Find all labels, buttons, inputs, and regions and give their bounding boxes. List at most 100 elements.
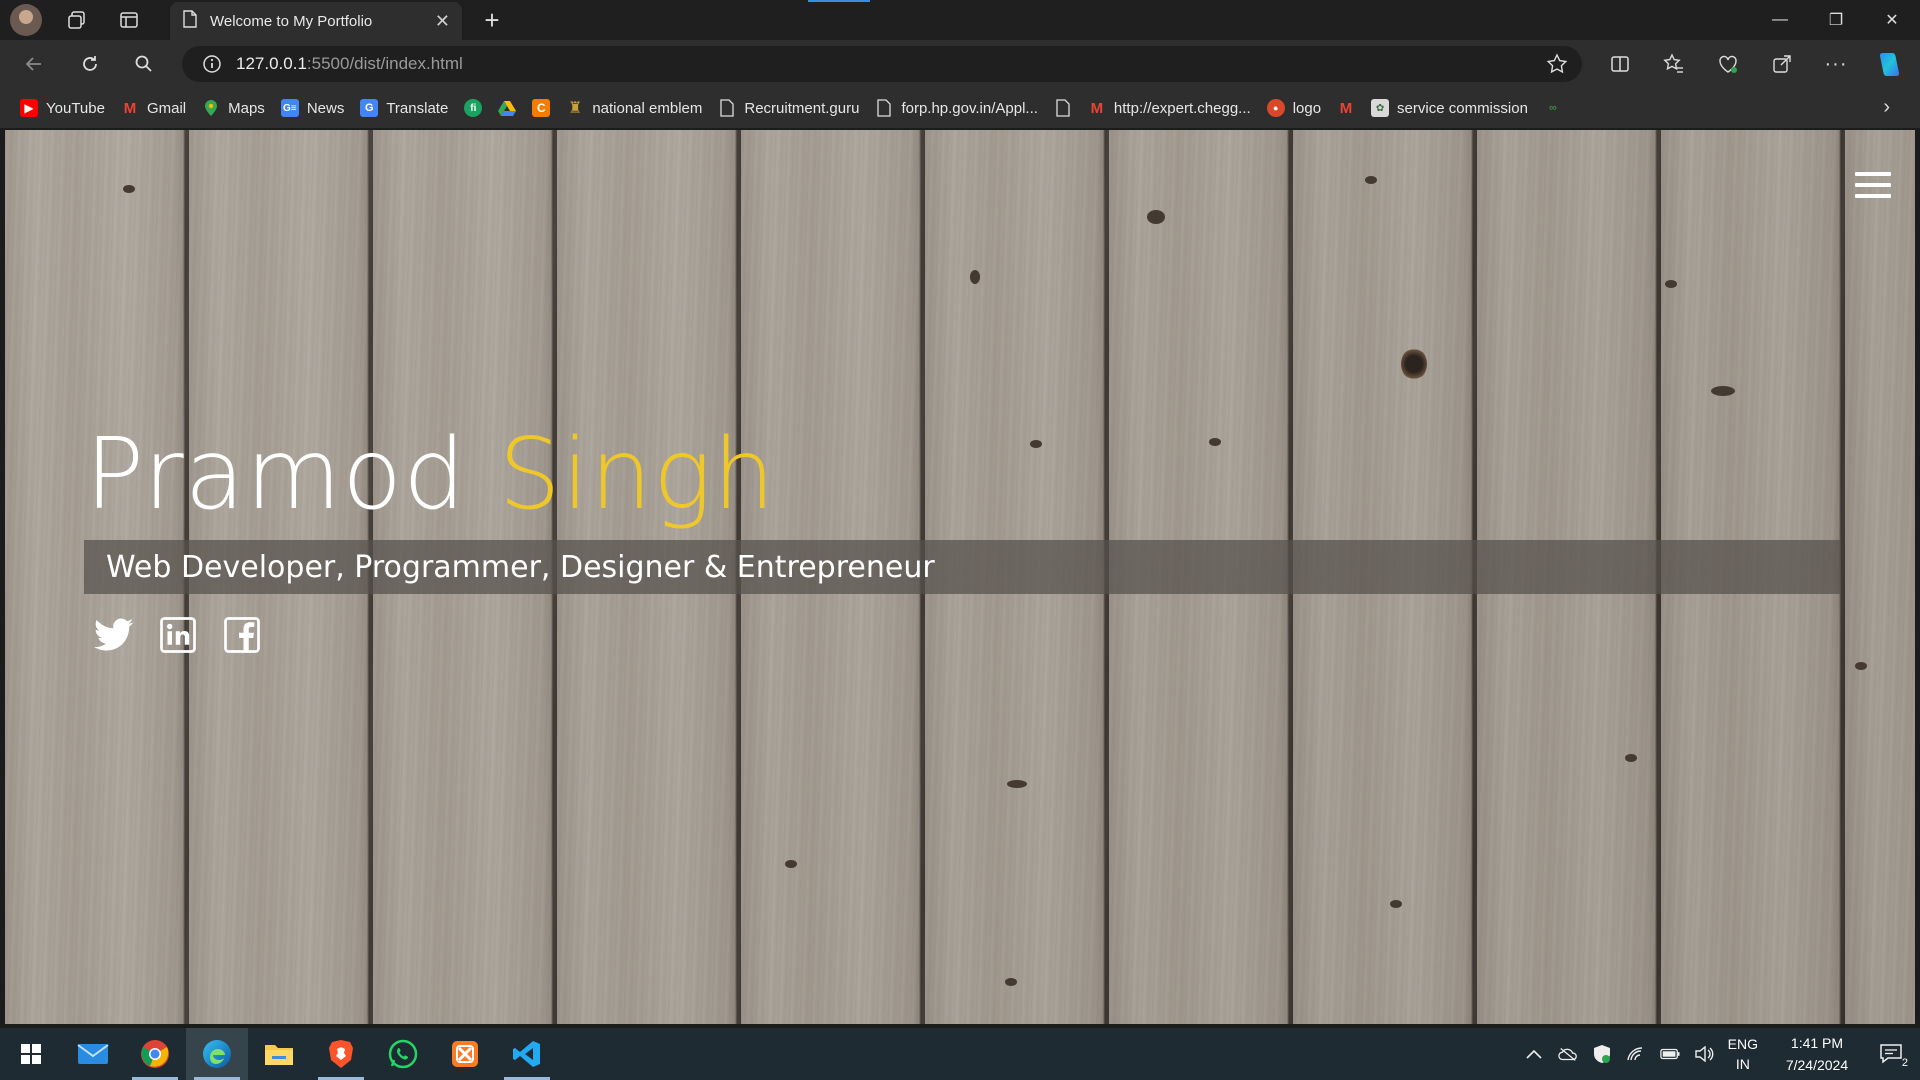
search-icon[interactable] bbox=[126, 48, 162, 80]
wifi-icon[interactable] bbox=[1626, 1044, 1646, 1064]
bookmark-c[interactable]: C bbox=[524, 92, 558, 124]
chevron-right-icon[interactable]: › bbox=[1883, 96, 1890, 119]
bookmark-chegg[interactable]: Mhttp://expert.chegg... bbox=[1080, 92, 1259, 124]
bookmark-maps[interactable]: Maps bbox=[194, 92, 273, 124]
browser-essentials-icon[interactable] bbox=[1710, 46, 1746, 82]
copilot-icon[interactable] bbox=[1872, 46, 1908, 82]
titlebar-left-group bbox=[10, 4, 146, 36]
bookmark-gmail[interactable]: M Gmail bbox=[113, 92, 194, 124]
new-tab-button[interactable]: + bbox=[476, 4, 508, 36]
clock[interactable]: 1:41 PM 7/24/2024 bbox=[1772, 1032, 1862, 1076]
close-window-icon[interactable]: ✕ bbox=[1864, 0, 1920, 40]
battery-icon[interactable] bbox=[1659, 1044, 1680, 1064]
bookmark-ge[interactable]: ∞ bbox=[1536, 92, 1570, 124]
bookmark-forp-hp[interactable]: forp.hp.gov.in/Appl... bbox=[867, 92, 1045, 124]
c-icon: C bbox=[532, 99, 551, 117]
tab-portfolio[interactable]: Welcome to My Portfolio ✕ bbox=[170, 2, 462, 40]
onedrive-icon[interactable] bbox=[1557, 1044, 1578, 1064]
linkedin-icon[interactable] bbox=[157, 614, 199, 656]
site-info-icon[interactable] bbox=[202, 54, 222, 74]
whatsapp-icon[interactable] bbox=[372, 1028, 434, 1080]
language-code: ENG bbox=[1727, 1036, 1758, 1052]
page-icon bbox=[1054, 99, 1072, 117]
minimize-icon[interactable]: — bbox=[1752, 0, 1808, 40]
gmail-icon: M bbox=[123, 99, 137, 117]
bookmarks-bar: ▶ YouTube M Gmail Maps G≡ News G Translate f… bbox=[0, 88, 1920, 128]
hero-name: Pramod Singh bbox=[85, 418, 776, 532]
bookmark-fi[interactable]: fi bbox=[456, 92, 490, 124]
windows-taskbar: ENG IN 1:41 PM 7/24/2024 2 bbox=[0, 1028, 1920, 1080]
url-host: 127.0.0.1 bbox=[236, 54, 307, 73]
file-explorer-icon[interactable] bbox=[248, 1028, 310, 1080]
page-icon bbox=[875, 99, 893, 117]
vscode-icon[interactable] bbox=[496, 1028, 558, 1080]
back-icon[interactable] bbox=[16, 48, 52, 80]
mail-icon[interactable] bbox=[62, 1028, 124, 1080]
first-name: Pramod bbox=[85, 418, 467, 532]
start-icon[interactable] bbox=[0, 1028, 62, 1080]
social-links bbox=[93, 614, 263, 656]
more-options-icon[interactable]: ··· bbox=[1818, 46, 1854, 82]
brave-icon[interactable] bbox=[310, 1028, 372, 1080]
bookmark-drive[interactable] bbox=[490, 92, 524, 124]
bookmark-national-emblem[interactable]: ♜ national emblem bbox=[558, 92, 710, 124]
language-indicator[interactable]: ENG IN bbox=[1728, 1034, 1758, 1074]
profile-avatar[interactable] bbox=[10, 4, 42, 36]
gmail-icon: M bbox=[1090, 99, 1104, 117]
share-icon[interactable] bbox=[1764, 46, 1800, 82]
clock-time: 1:41 PM bbox=[1790, 1035, 1844, 1051]
vertical-tabs-icon[interactable] bbox=[112, 4, 146, 36]
system-tray: ENG IN 1:41 PM 7/24/2024 2 bbox=[1524, 1028, 1920, 1080]
chrome-icon[interactable] bbox=[124, 1028, 186, 1080]
commission-icon: ✿ bbox=[1371, 99, 1390, 117]
gmail-icon: M bbox=[1339, 99, 1353, 117]
favorites-icon[interactable] bbox=[1656, 46, 1692, 82]
bookmark-gmail-2[interactable]: M bbox=[1329, 92, 1363, 124]
notification-count: 2 bbox=[1901, 1057, 1908, 1069]
news-icon: G≡ bbox=[280, 99, 299, 117]
bookmark-untitled-page[interactable] bbox=[1046, 92, 1080, 124]
twitter-icon[interactable] bbox=[93, 614, 135, 656]
xampp-icon[interactable] bbox=[434, 1028, 496, 1080]
window-controls: — ❐ ✕ bbox=[1752, 0, 1920, 40]
bookmark-youtube[interactable]: ▶ YouTube bbox=[12, 92, 113, 124]
tagline-text: Web Developer, Programmer, Designer & En… bbox=[106, 549, 935, 585]
refresh-icon[interactable] bbox=[72, 48, 108, 80]
hero-tagline: Web Developer, Programmer, Designer & En… bbox=[84, 540, 1840, 594]
split-screen-icon[interactable] bbox=[1602, 46, 1638, 82]
emblem-icon: ♜ bbox=[568, 100, 583, 117]
chevron-up-icon[interactable] bbox=[1524, 1044, 1544, 1064]
facebook-icon[interactable] bbox=[221, 614, 263, 656]
volume-icon[interactable] bbox=[1694, 1044, 1714, 1064]
url-path: :5500/dist/index.html bbox=[306, 54, 463, 73]
bookmark-logo[interactable]: ● logo bbox=[1259, 92, 1329, 124]
browser-titlebar: Welcome to My Portfolio ✕ + — ❐ ✕ bbox=[0, 0, 1920, 40]
bookmark-recruitment-guru[interactable]: Recruitment.guru bbox=[710, 92, 867, 124]
youtube-icon: ▶ bbox=[20, 99, 38, 117]
clock-date: 7/24/2024 bbox=[1785, 1057, 1849, 1073]
restore-icon[interactable]: ❐ bbox=[1808, 0, 1864, 40]
page-icon bbox=[182, 9, 198, 33]
logo-icon: ● bbox=[1266, 99, 1285, 117]
bookmark-service-commission[interactable]: ✿ service commission bbox=[1363, 92, 1536, 124]
fi-icon: fi bbox=[464, 99, 483, 117]
ge-icon: ∞ bbox=[1549, 102, 1557, 114]
close-tab-icon[interactable]: ✕ bbox=[435, 11, 450, 32]
bookmark-news[interactable]: G≡ News bbox=[273, 92, 353, 124]
maps-icon bbox=[202, 99, 220, 117]
notification-center-icon[interactable]: 2 bbox=[1876, 1039, 1908, 1069]
address-bar[interactable]: 127.0.0.1:5500/dist/index.html bbox=[182, 46, 1582, 82]
titlebar-accent-line bbox=[808, 0, 870, 2]
tab-title: Welcome to My Portfolio bbox=[210, 12, 373, 30]
taskbar-apps bbox=[0, 1028, 558, 1080]
bookmark-translate[interactable]: G Translate bbox=[352, 92, 456, 124]
drive-icon bbox=[498, 99, 517, 117]
favorite-star-icon[interactable] bbox=[1546, 53, 1568, 75]
page-icon bbox=[718, 99, 736, 117]
portfolio-hero: Pramod Singh Web Developer, Programmer, … bbox=[5, 130, 1915, 1024]
workspaces-icon[interactable] bbox=[60, 4, 94, 36]
security-shield-icon[interactable] bbox=[1592, 1044, 1612, 1064]
edge-icon[interactable] bbox=[186, 1028, 248, 1080]
browser-toolbar: 127.0.0.1:5500/dist/index.html ··· bbox=[0, 40, 1920, 88]
hamburger-menu-icon[interactable] bbox=[1855, 172, 1891, 198]
